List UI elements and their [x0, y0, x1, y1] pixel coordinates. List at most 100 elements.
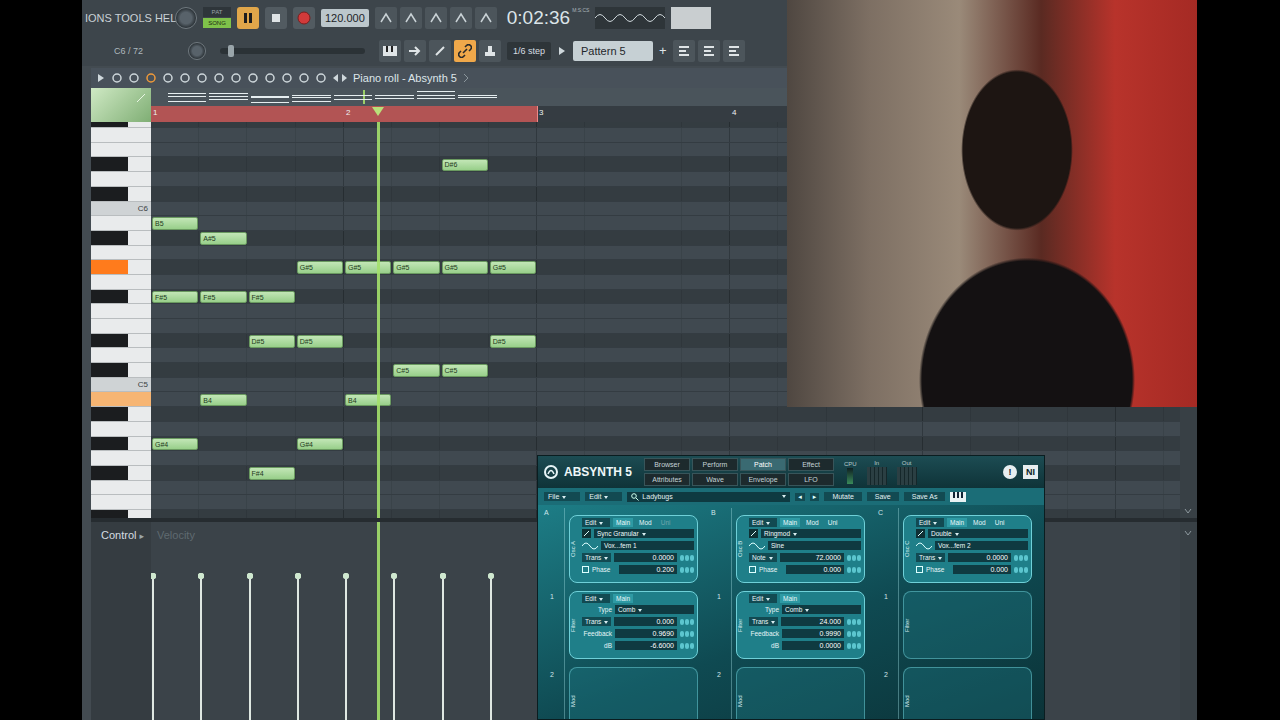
tool-icon[interactable] [145, 72, 157, 84]
param-value[interactable]: 72.0000 [780, 553, 844, 562]
pattern-selector[interactable]: Pattern 5 [573, 41, 653, 61]
waveform-icon[interactable] [916, 542, 932, 550]
piano-key[interactable] [91, 422, 151, 437]
option-button[interactable] [425, 7, 447, 29]
black-key[interactable] [91, 407, 128, 421]
type-dropdown[interactable]: Sync Granular [594, 529, 694, 538]
plug-button[interactable] [429, 40, 451, 62]
velocity-bar[interactable] [200, 576, 202, 720]
black-key[interactable] [91, 363, 128, 377]
note[interactable]: D#5 [297, 335, 343, 348]
velocity-bar[interactable] [345, 576, 347, 720]
module-tab[interactable]: Main [613, 594, 633, 603]
piano-key[interactable] [91, 260, 151, 275]
note[interactable]: G#5 [442, 261, 488, 274]
type-dropdown[interactable]: Double [928, 529, 1028, 538]
param-dropdown[interactable]: Trans [749, 617, 778, 626]
black-key[interactable] [91, 260, 128, 274]
velocity-bar[interactable] [297, 576, 299, 720]
save-button[interactable]: Save [867, 492, 899, 501]
note[interactable]: G#5 [393, 261, 439, 274]
wave-field[interactable]: Vox...fem 1 [601, 541, 694, 550]
piano-key[interactable] [91, 392, 151, 407]
menu-dropdown[interactable]: File [544, 492, 580, 501]
piano-key[interactable] [91, 407, 151, 422]
master-volume-knob[interactable] [175, 7, 197, 29]
piano-key[interactable] [91, 231, 151, 246]
control-label[interactable]: Control [101, 529, 136, 541]
page-tab[interactable]: Attributes [644, 473, 690, 486]
piano-key[interactable] [91, 246, 151, 261]
scroll-down-icon[interactable] [1184, 530, 1192, 536]
piano-button[interactable] [379, 40, 401, 62]
velocity-bar[interactable] [152, 576, 154, 720]
piano-key[interactable] [91, 437, 151, 452]
module-tab[interactable]: Main [613, 518, 633, 527]
note[interactable]: A#5 [200, 232, 246, 245]
wave-field[interactable]: Vox...fem 2 [935, 541, 1028, 550]
module-tab[interactable]: Uni [658, 518, 674, 527]
module-tab[interactable]: Uni [825, 518, 841, 527]
note[interactable]: G#5 [297, 261, 343, 274]
option-button[interactable] [450, 7, 472, 29]
black-key[interactable] [91, 510, 128, 518]
piano-key[interactable] [91, 128, 151, 143]
view-button[interactable] [723, 40, 745, 62]
param-value[interactable]: 0.200 [619, 565, 677, 574]
note[interactable]: C#5 [442, 364, 488, 377]
param-value[interactable]: 0.9690 [615, 629, 677, 638]
black-key[interactable] [91, 187, 128, 201]
param-checkbox[interactable] [916, 566, 923, 573]
piano-key[interactable] [91, 466, 151, 481]
page-tab[interactable]: Patch [740, 458, 786, 471]
piano-key[interactable] [91, 143, 151, 158]
note[interactable]: F#5 [152, 291, 198, 304]
stamp-button[interactable] [479, 40, 501, 62]
alert-button[interactable]: ! [1003, 465, 1017, 479]
menu-dropdown[interactable]: Edit [585, 492, 622, 501]
tool-icon[interactable] [111, 72, 123, 84]
record-button[interactable] [293, 7, 315, 29]
snap-selector[interactable]: 1/6 step [507, 42, 551, 60]
note[interactable]: D#5 [490, 335, 536, 348]
piano-roll-corner[interactable] [91, 88, 151, 122]
param-value[interactable]: 0.0000 [614, 553, 677, 562]
save-as-button[interactable]: Save As [904, 492, 946, 501]
piano-key[interactable] [91, 495, 151, 510]
edit-dropdown[interactable]: Edit [749, 518, 777, 527]
tool-icon[interactable] [162, 72, 174, 84]
note[interactable]: B5 [152, 217, 198, 230]
note[interactable]: D#6 [442, 159, 488, 172]
pencil-icon[interactable] [916, 529, 925, 538]
option-button[interactable] [375, 7, 397, 29]
note[interactable]: D#5 [249, 335, 295, 348]
module-tab[interactable]: Mod [636, 518, 655, 527]
note[interactable]: F#5 [200, 291, 246, 304]
note[interactable]: F#4 [249, 467, 295, 480]
time-display[interactable]: 0:02:36 M:S:CS [507, 7, 590, 29]
param-value[interactable]: 0.0000 [948, 553, 1011, 562]
waveform-icon[interactable] [582, 542, 598, 550]
master-pitch-knob[interactable] [188, 42, 206, 60]
arrow-button[interactable] [404, 40, 426, 62]
tool-icon[interactable] [128, 72, 140, 84]
tool-icon[interactable] [298, 72, 310, 84]
piano-key[interactable] [91, 172, 151, 187]
stop-button[interactable] [265, 7, 287, 29]
black-key[interactable] [91, 122, 128, 127]
param-dropdown[interactable]: Trans [582, 617, 611, 626]
piano-key[interactable] [91, 348, 151, 363]
master-slider[interactable] [220, 48, 365, 54]
waveform-icon[interactable] [749, 542, 765, 550]
control-arrow[interactable]: ▸ [139, 529, 144, 543]
param-checkbox[interactable] [582, 566, 589, 573]
wave-field[interactable]: Sine [768, 541, 861, 550]
velocity-bar[interactable] [490, 576, 492, 720]
module-tab[interactable]: Main [947, 518, 967, 527]
option-button[interactable] [400, 7, 422, 29]
edit-dropdown[interactable]: Edit [749, 594, 777, 603]
velocity-bar[interactable] [249, 576, 251, 720]
piano-key[interactable] [91, 216, 151, 231]
pat-mode[interactable]: PAT [203, 7, 231, 17]
view-button[interactable] [673, 40, 695, 62]
